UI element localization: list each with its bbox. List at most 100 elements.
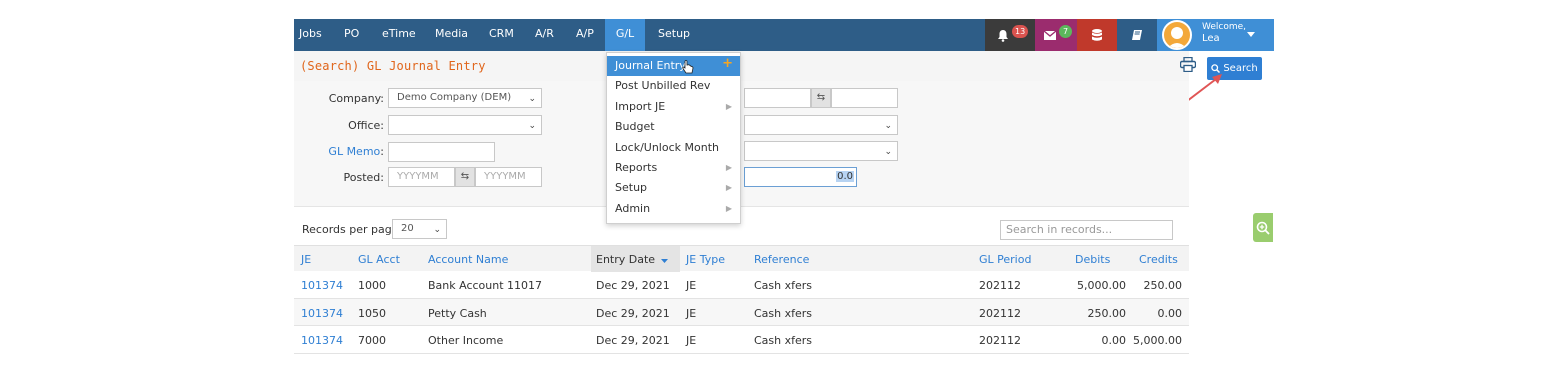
welcome-text[interactable]: Welcome, Lea — [1202, 21, 1246, 45]
company-select[interactable]: Demo Company (DEM) ⌄ — [388, 88, 542, 108]
range-to-input[interactable] — [831, 88, 898, 108]
zoom-tab[interactable] — [1253, 213, 1273, 242]
gl-memo-colon: : — [380, 145, 384, 158]
search-records-input[interactable]: Search in records... — [1000, 220, 1173, 240]
gl-memo-link[interactable]: GL Memo — [328, 145, 380, 158]
nav-setup[interactable]: Setup — [658, 19, 690, 51]
office-label: Office: — [348, 119, 384, 132]
cell-credits: 5,000.00 — [1133, 334, 1182, 347]
chevron-down-icon: ⌄ — [528, 121, 536, 131]
cell-reference: Cash xfers — [754, 279, 813, 292]
cell-gl-period: 202112 — [979, 334, 1021, 347]
bell-icon — [998, 29, 1008, 42]
cell-je-type: JE — [686, 334, 697, 347]
welcome-label: Welcome, — [1202, 22, 1247, 32]
posted-label: Posted: — [343, 171, 384, 184]
guide-button[interactable] — [1117, 19, 1157, 51]
chevron-down-icon: ⌄ — [528, 94, 536, 104]
header-account-name[interactable]: Account Name — [428, 253, 508, 266]
gl-dropdown-menu: Journal Entry + Post Unbilled Rev Import… — [606, 52, 741, 224]
title-bar: (Search) GL Journal Entry — [294, 51, 1189, 81]
company-select-value: Demo Company (DEM) — [397, 92, 512, 103]
menu-item-post-unbilled-rev[interactable]: Post Unbilled Rev — [607, 76, 740, 96]
chevron-down-icon: ⌄ — [433, 225, 441, 235]
menu-item-journal-entry[interactable]: Journal Entry + — [607, 56, 740, 76]
menu-item-label: Budget — [615, 120, 655, 133]
range-from-input[interactable] — [744, 88, 811, 108]
cell-credits: 0.00 — [1157, 306, 1183, 320]
menu-item-label: Post Unbilled Rev — [615, 79, 711, 92]
table-row[interactable]: 101374 1050 Petty Cash Dec 29, 2021 JE C… — [294, 298, 1189, 326]
menu-item-admin[interactable]: Admin ▶ — [607, 199, 740, 219]
cell-gl-acct: 1000 — [358, 279, 386, 292]
menu-item-label: Lock/Unlock Month — [615, 141, 719, 154]
cell-account-name: Petty Cash — [428, 306, 487, 320]
chevron-right-icon: ▶ — [725, 163, 732, 172]
header-gl-period[interactable]: GL Period — [979, 253, 1031, 266]
table-row[interactable]: 101374 1000 Bank Account 11017 Dec 29, 2… — [294, 271, 1189, 299]
amount-input[interactable]: 0.0 — [744, 167, 857, 187]
cell-gl-acct: 7000 — [358, 334, 386, 347]
nav-po[interactable]: PO — [344, 19, 359, 51]
menu-item-import-je[interactable]: Import JE ▶ — [607, 97, 740, 117]
header-je-type[interactable]: JE Type — [686, 253, 725, 266]
database-button[interactable] — [1077, 19, 1117, 51]
cell-je-type: JE — [686, 306, 697, 320]
user-avatar-icon[interactable] — [1162, 20, 1192, 50]
cell-account-name: Bank Account 11017 — [428, 279, 543, 292]
swap-icon[interactable]: ⇆ — [455, 167, 475, 187]
chevron-right-icon: ▶ — [725, 183, 732, 192]
company-label: Company: — [328, 92, 384, 105]
posted-from-input[interactable]: YYYYMM — [388, 167, 455, 187]
header-entry-date[interactable]: Entry Date — [596, 253, 668, 266]
records-per-page-select[interactable]: 20 ⌄ — [392, 219, 447, 239]
menu-item-lock-unlock-month[interactable]: Lock/Unlock Month — [607, 138, 740, 158]
filter-panel: Company: Demo Company (DEM) ⌄ Office: ⌄ … — [294, 81, 1189, 207]
top-nav: Jobs PO eTime Media CRM A/R A/P G/L Setu… — [294, 19, 1274, 51]
amount-value: 0.0 — [836, 171, 854, 182]
nav-jobs[interactable]: Jobs — [299, 19, 322, 51]
nav-crm[interactable]: CRM — [489, 19, 514, 51]
plus-icon[interactable]: + — [722, 54, 733, 74]
notifications-button[interactable]: 13 — [985, 19, 1035, 51]
header-gl-acct[interactable]: GL Acct — [358, 253, 400, 266]
cell-entry-date: Dec 29, 2021 — [596, 279, 670, 292]
cell-je[interactable]: 101374 — [301, 334, 343, 347]
messages-button[interactable]: 7 — [1035, 19, 1077, 51]
nav-ap[interactable]: A/P — [576, 19, 594, 51]
menu-item-reports[interactable]: Reports ▶ — [607, 158, 740, 178]
office-select[interactable]: ⌄ — [388, 115, 542, 135]
menu-item-budget[interactable]: Budget — [607, 117, 740, 137]
header-credits[interactable]: Credits — [1139, 253, 1178, 266]
envelope-icon — [1044, 30, 1056, 40]
cell-gl-period: 202112 — [979, 279, 1021, 292]
menu-item-setup[interactable]: Setup ▶ — [607, 178, 740, 198]
cell-reference: Cash xfers — [754, 334, 813, 347]
page-title: (Search) GL Journal Entry — [300, 59, 486, 73]
nav-ar[interactable]: A/R — [535, 19, 554, 51]
cell-entry-date: Dec 29, 2021 — [596, 334, 670, 347]
print-icon[interactable] — [1180, 57, 1196, 72]
gl-memo-label: GL Memo: — [324, 145, 384, 158]
header-je[interactable]: JE — [301, 253, 311, 266]
right-select-2[interactable]: ⌄ — [744, 141, 898, 161]
table-header: JE GL Acct Account Name Entry Date JE Ty… — [294, 245, 1189, 272]
records-per-page-value: 20 — [401, 223, 414, 234]
menu-item-label: Admin — [615, 202, 651, 215]
cell-je[interactable]: 101374 — [301, 307, 343, 320]
header-reference[interactable]: Reference — [754, 253, 809, 266]
nav-media[interactable]: Media — [435, 19, 468, 51]
cell-je[interactable]: 101374 — [301, 279, 343, 292]
header-debits[interactable]: Debits — [1075, 253, 1110, 266]
right-select-1[interactable]: ⌄ — [744, 115, 898, 135]
caret-down-icon[interactable] — [1247, 32, 1255, 37]
cell-entry-date: Dec 29, 2021 — [596, 306, 670, 320]
header-entry-date-label: Entry Date — [596, 253, 656, 266]
nav-gl[interactable]: G/L — [605, 19, 645, 51]
gl-memo-input[interactable] — [388, 142, 495, 162]
posted-to-input[interactable]: YYYYMM — [475, 167, 542, 187]
table-row[interactable]: 101374 7000 Other Income Dec 29, 2021 JE… — [294, 326, 1189, 354]
swap-icon[interactable]: ⇆ — [811, 88, 831, 108]
chevron-right-icon: ▶ — [725, 102, 732, 111]
nav-etime[interactable]: eTime — [382, 19, 416, 51]
